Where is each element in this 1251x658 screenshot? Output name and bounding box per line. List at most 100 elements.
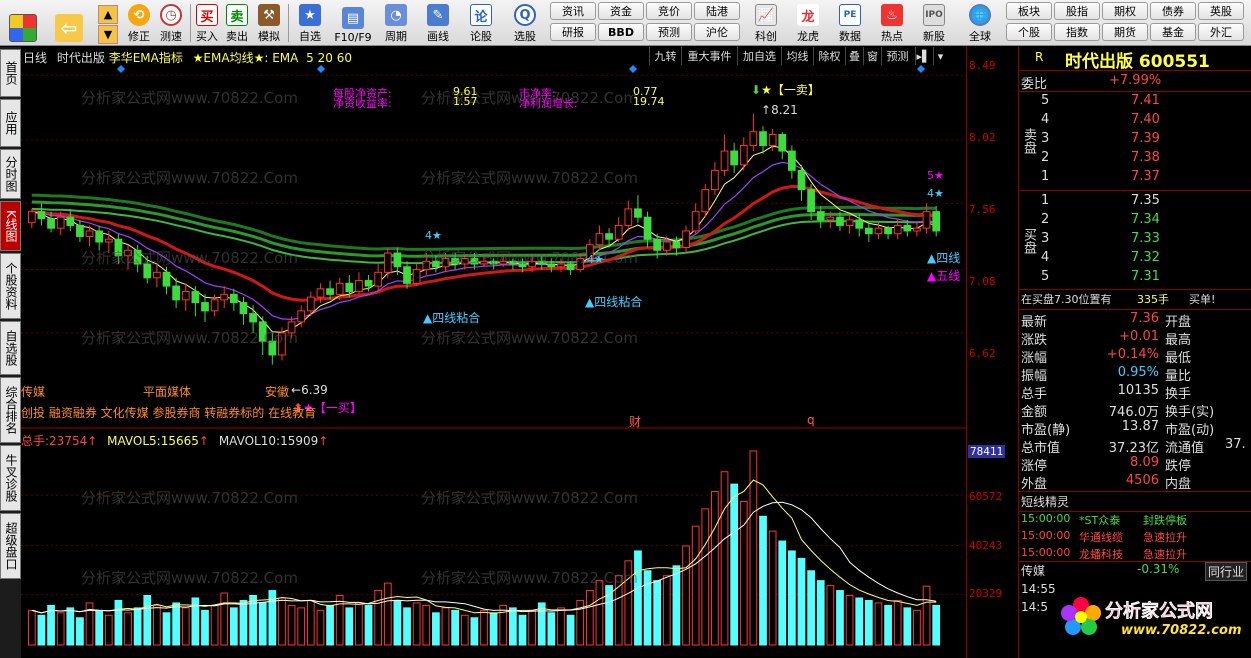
stat-row: 涨跌 +0.01 最高 [1019, 329, 1251, 348]
btn-news[interactable]: 资讯 [550, 2, 596, 20]
quote-panel: R 时代出版 600551 委比 +7.99% 卖盘 5 7.41 4 7.40 3… [1018, 47, 1251, 658]
btn-sectors[interactable]: 板块 [1006, 2, 1052, 20]
candle-body [383, 252, 392, 273]
app-logo[interactable] [6, 2, 40, 44]
down-arrow-icon[interactable]: ▼ [98, 25, 118, 44]
btn-forex[interactable]: 外汇 [1198, 23, 1244, 41]
btn-indices[interactable]: 指数 [1054, 23, 1100, 41]
global-button[interactable]: 🌐 全球 [960, 2, 1000, 44]
dragon-tiger-button[interactable]: 龙 龙虎 [790, 2, 826, 44]
menu-down-icon[interactable]: ▾ [933, 47, 947, 65]
kline-chart-area[interactable]: 分析家公式网www.70822.Com 分析家公式网www.70822.Com … [21, 47, 966, 658]
f10-button[interactable]: ▤ F10/F9 [332, 2, 374, 44]
concept-list[interactable]: 创投 融资融券 文化传媒 参股券商 转融券标的 在线教育 [21, 404, 316, 421]
btn-bonds[interactable]: 债券 [1150, 2, 1196, 20]
tab-kline[interactable]: K线图 [0, 201, 21, 251]
tab-stock-info[interactable]: 个股资料 [0, 253, 21, 319]
btn-shanghai-london[interactable]: 沪伦 [694, 23, 740, 41]
tab-ma[interactable]: 均线 [781, 47, 813, 65]
bid-4[interactable]: 4 7.32 [1019, 250, 1251, 268]
btn-bbd[interactable]: BBD [598, 23, 644, 41]
tab-add-watchlist[interactable]: 加自选 [737, 47, 781, 65]
btn-uk-stocks[interactable]: 英股 [1198, 2, 1244, 20]
revise-button[interactable]: ⟲ 修正 [124, 2, 154, 44]
speedtest-button[interactable]: ◷ 测速 [156, 2, 186, 44]
candle-body [682, 230, 690, 248]
magnifier-icon: Q [514, 4, 536, 26]
ask-1[interactable]: 1 7.37 [1019, 169, 1251, 187]
expand-icon[interactable]: ▸▌ [915, 47, 931, 65]
ask-2[interactable]: 2 7.38 [1019, 150, 1251, 168]
tab-watchlist[interactable]: 自选股 [0, 321, 21, 375]
tab-apps[interactable]: 应用 [0, 99, 21, 147]
short-line-item[interactable]: 15:00:00 华通线缆 急速拉升 [1019, 529, 1251, 547]
tab-major-events[interactable]: 重大事件 [681, 47, 737, 65]
nav-up-down[interactable]: ▲ ▼ [94, 2, 122, 44]
period-button[interactable]: ◔ 周期 [378, 2, 414, 44]
ipo-icon: IPO [923, 4, 945, 26]
up-arrow-icon[interactable]: ▲ [98, 5, 118, 24]
sector-row[interactable]: 传媒 -0.31% 同行业 [1019, 562, 1251, 581]
stat-row: 市盈(静) 13.87 市盈(动) [1019, 419, 1251, 438]
same-industry-button[interactable]: 同行业 [1205, 562, 1248, 581]
btn-futures[interactable]: 期货 [1102, 23, 1148, 41]
btn-stocks[interactable]: 个股 [1006, 23, 1052, 41]
sector-anhui[interactable]: 安徽 [265, 383, 289, 400]
finance-event-marker[interactable]: 财 [629, 413, 641, 430]
btn-funds2[interactable]: 基金 [1150, 23, 1196, 41]
hotspot-button[interactable]: ♨ 热点 [874, 2, 910, 44]
btn-research[interactable]: 研报 [550, 23, 596, 41]
sector-media[interactable]: 传媒 [21, 383, 45, 400]
btn-auction[interactable]: 竞价 [646, 2, 692, 20]
ipo-button[interactable]: IPO 新股 [916, 2, 952, 44]
btn-index-futures[interactable]: 股指 [1054, 2, 1100, 20]
btn-options[interactable]: 期权 [1102, 2, 1148, 20]
event-time: 15:00:00 [1021, 512, 1071, 525]
profit-growth-label: 净利润增长: [519, 97, 578, 110]
bid-2[interactable]: 2 7.34 [1019, 212, 1251, 230]
tab-super-board[interactable]: 超级盘口 [0, 513, 21, 579]
discuss-button[interactable]: 论 论股 [466, 2, 496, 44]
bid-5[interactable]: 5 7.31 [1019, 269, 1251, 287]
btn-hk-connect[interactable]: 陆港 [694, 2, 740, 20]
bid-3[interactable]: 3 7.33 [1019, 231, 1251, 249]
tab-forecast[interactable]: 预测 [881, 47, 913, 65]
sell-button[interactable]: 卖 卖出 [224, 2, 250, 44]
short-line-item[interactable]: 15:00:00 *ST众泰 封跌停板 [1019, 512, 1251, 530]
buy-button[interactable]: 买 买入 [194, 2, 220, 44]
tab-home[interactable]: 首页 [0, 49, 21, 97]
stock-picker-button[interactable]: Q 选股 [506, 2, 544, 44]
draw-button[interactable]: ✎ 画线 [420, 2, 456, 44]
volume-bar [229, 607, 238, 646]
watchlist-button[interactable]: ★ 自选 [292, 2, 328, 44]
indicator-name[interactable]: 李华EMA指标 [109, 51, 183, 65]
back-button[interactable]: ⇦ [52, 2, 86, 44]
tab-ranking[interactable]: 综合排名 [0, 377, 21, 443]
star-market-button[interactable]: 📈 科创 [748, 2, 784, 44]
tab-diagnosis[interactable]: 牛叉诊股 [0, 445, 21, 511]
volume-bar [701, 508, 710, 646]
ask-3[interactable]: 3 7.39 [1019, 131, 1251, 149]
quote-title-row: R 时代出版 600551 [1019, 47, 1251, 72]
bid-1[interactable]: 1 7.35 [1019, 193, 1251, 211]
ask-5[interactable]: 5 7.41 [1019, 93, 1251, 111]
commission-ratio-label: 委比 [1021, 77, 1048, 92]
tab-exright[interactable]: 除权 [813, 47, 845, 65]
q-event-marker[interactable]: q [807, 413, 815, 427]
btn-funds[interactable]: 资金 [598, 2, 644, 20]
tab-overlay[interactable]: 叠 [845, 47, 863, 65]
tab-window[interactable]: 窗 [863, 47, 881, 65]
fire-icon: ♨ [881, 4, 903, 26]
data-button[interactable]: PE 数据 [832, 2, 868, 44]
ask-4[interactable]: 4 7.40 [1019, 112, 1251, 130]
btn-forecast[interactable]: 预测 [646, 23, 692, 41]
candle-body [730, 150, 739, 166]
tab-nine-turns[interactable]: 九转 [649, 47, 681, 65]
vol-tick-max: 78411 [968, 445, 1006, 458]
stopwatch-icon: ◷ [160, 4, 182, 26]
sector-print-media[interactable]: 平面媒体 [143, 383, 191, 400]
simulate-button[interactable]: ⚒ 模拟 [254, 2, 284, 44]
event-type: 急速拉升 [1143, 548, 1187, 561]
tab-intraday[interactable]: 分时图 [0, 149, 21, 199]
stock-title: 时代出版 600551 [1065, 52, 1210, 72]
